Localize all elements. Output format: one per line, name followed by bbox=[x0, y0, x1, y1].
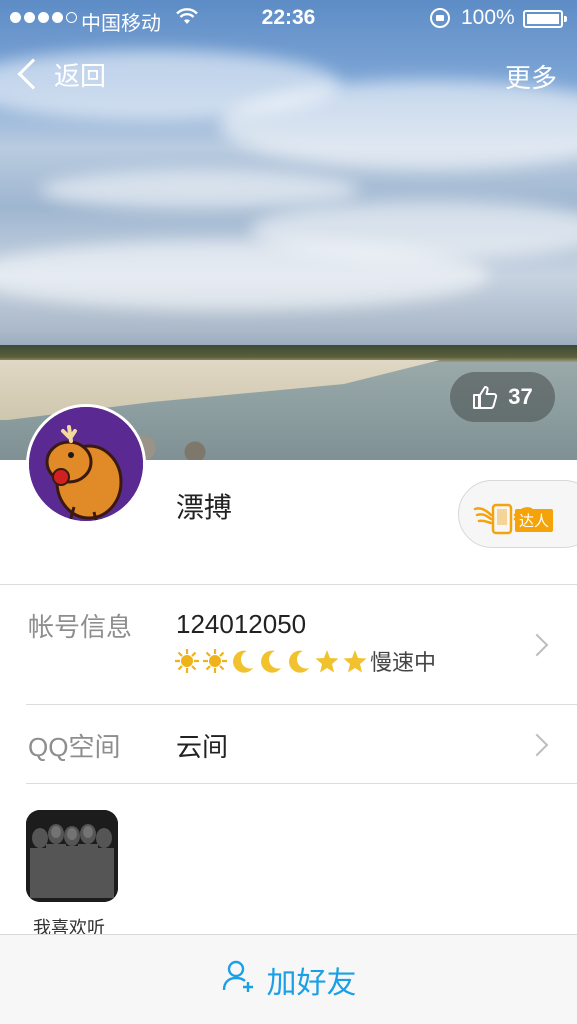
add-friend-label: 加好友 bbox=[266, 966, 357, 1000]
thumbs-up-icon bbox=[472, 384, 498, 410]
moon-icon bbox=[261, 650, 281, 673]
chevron-right-icon bbox=[525, 733, 549, 757]
sun-icon bbox=[175, 649, 199, 673]
music-album-cover[interactable] bbox=[26, 810, 118, 902]
talent-badge-label: 达人 bbox=[515, 509, 554, 532]
chevron-left-icon bbox=[17, 58, 49, 90]
back-button[interactable]: 返回 bbox=[14, 52, 106, 96]
battery-percent: 100% bbox=[461, 6, 515, 29]
battery-icon bbox=[523, 10, 567, 28]
qzone-name: 云间 bbox=[176, 732, 229, 762]
sun-icon bbox=[203, 649, 227, 673]
moon-icon bbox=[289, 650, 309, 673]
level-status: 慢速中 bbox=[370, 650, 437, 675]
like-button[interactable]: 37 bbox=[450, 372, 555, 422]
qzone-label: QQ空间 bbox=[28, 732, 121, 762]
more-button[interactable]: 更多 bbox=[505, 58, 557, 95]
add-person-icon bbox=[221, 958, 257, 1002]
nickname: 漂搏 bbox=[176, 492, 233, 523]
status-bar: 中国移动 22:36 100% bbox=[0, 0, 577, 38]
account-info-row[interactable]: 帐号信息 124012050 慢速中 bbox=[26, 585, 577, 705]
qq-level: 慢速中 bbox=[174, 645, 436, 677]
like-count: 37 bbox=[508, 384, 533, 409]
star-icon bbox=[315, 650, 339, 673]
chevron-right-icon bbox=[525, 633, 549, 657]
moon-icon bbox=[233, 650, 253, 673]
add-friend-button[interactable]: 加好友 bbox=[0, 934, 577, 1024]
qzone-row[interactable]: QQ空间 云间 bbox=[26, 705, 577, 784]
star-icon bbox=[343, 650, 367, 673]
talent-badge-button[interactable]: 达人 bbox=[458, 480, 577, 548]
account-info-label: 帐号信息 bbox=[28, 612, 133, 642]
rotation-lock-icon bbox=[430, 8, 450, 28]
back-label: 返回 bbox=[54, 60, 107, 91]
avatar[interactable] bbox=[26, 404, 146, 524]
qq-number: 124012050 bbox=[176, 609, 307, 639]
